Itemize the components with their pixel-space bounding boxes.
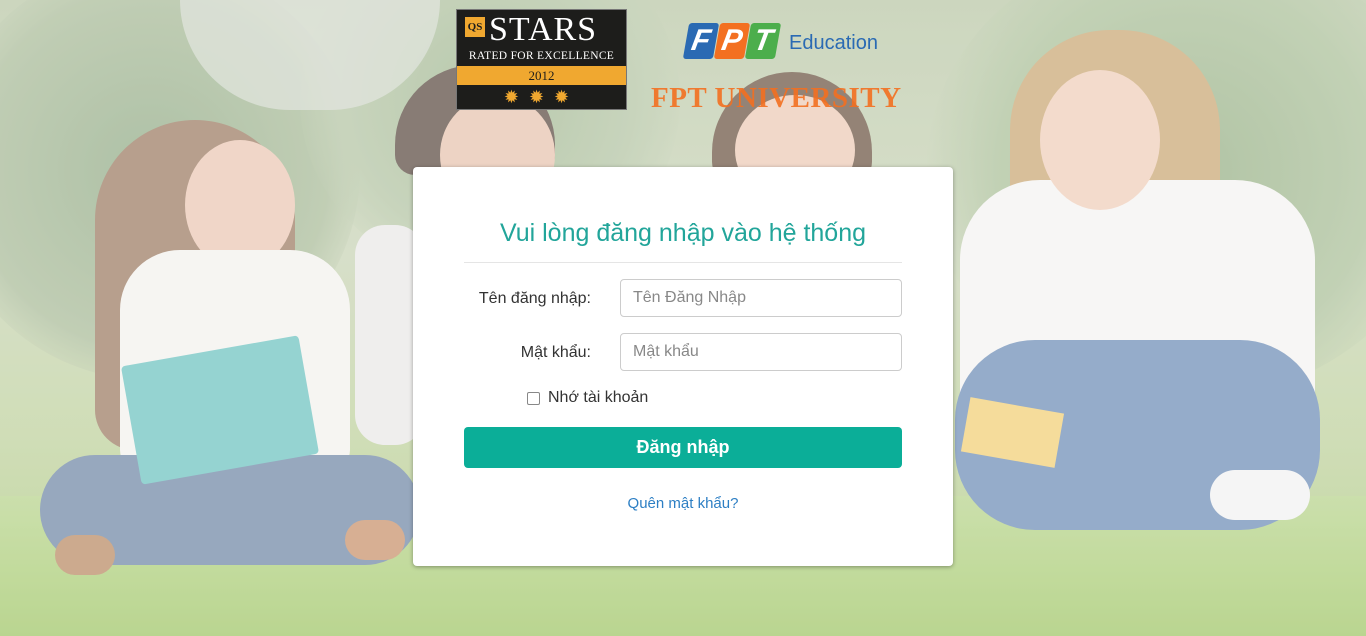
forgot-password-link[interactable]: Quên mật khẩu? bbox=[413, 495, 953, 512]
qs-medals-icon: ✹✹✹ bbox=[503, 87, 580, 107]
remember-checkbox[interactable] bbox=[527, 391, 540, 405]
fpt-university-text: FPT UNIVERSITY bbox=[651, 82, 902, 114]
qs-year: 2012 bbox=[457, 66, 626, 85]
fpt-letter-t: T bbox=[744, 23, 782, 59]
remember-row: Nhớ tài khoản bbox=[527, 389, 648, 407]
username-input[interactable] bbox=[620, 279, 902, 317]
qs-subtitle: RATED FOR EXCELLENCE bbox=[468, 50, 615, 62]
password-label: Mật khẩu: bbox=[520, 344, 591, 361]
title-divider bbox=[464, 262, 902, 263]
qs-badge: QS bbox=[465, 17, 485, 37]
remember-label[interactable]: Nhớ tài khoản bbox=[548, 389, 648, 407]
login-card: Vui lòng đăng nhập vào hệ thống Tên đăng… bbox=[413, 167, 953, 566]
qs-title: STARS bbox=[489, 11, 598, 48]
username-label: Tên đăng nhập: bbox=[478, 290, 591, 307]
login-title: Vui lòng đăng nhập vào hệ thống bbox=[499, 219, 867, 247]
fpt-education-text: Education bbox=[789, 31, 878, 54]
password-input[interactable] bbox=[620, 333, 902, 371]
qs-stars-logo: QS STARS RATED FOR EXCELLENCE 2012 ✹✹✹ bbox=[456, 9, 627, 110]
fpt-education-logo: F P T Education bbox=[682, 17, 878, 65]
login-button[interactable]: Đăng nhập bbox=[464, 427, 902, 468]
